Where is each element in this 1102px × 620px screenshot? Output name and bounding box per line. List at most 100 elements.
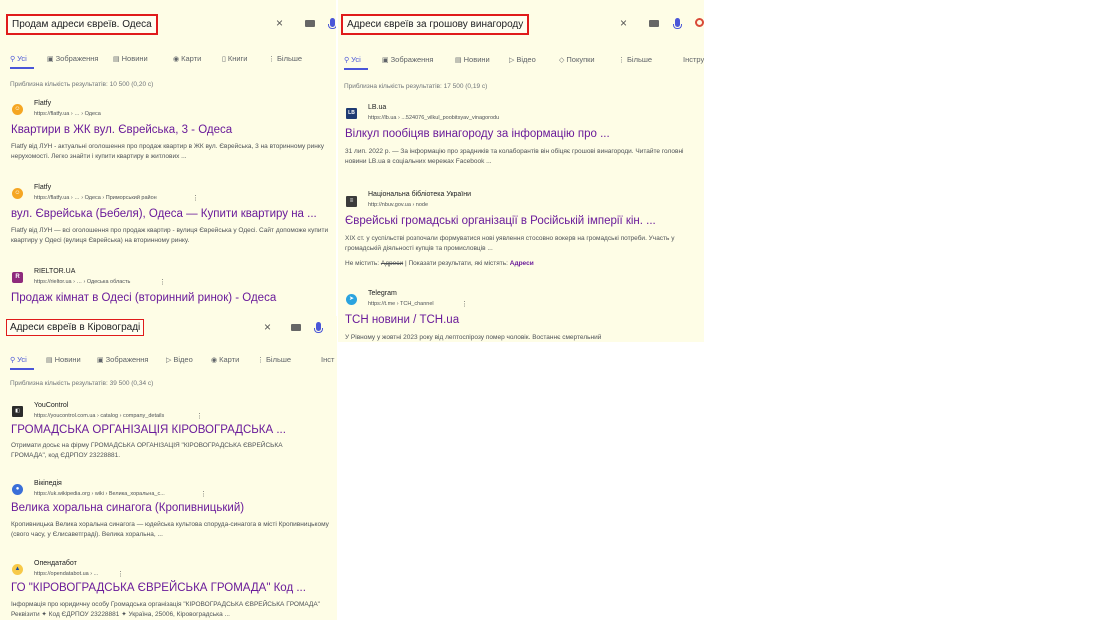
result-title[interactable]: ГО "КІРОВОГРАДСЬКА ЄВРЕЙСЬКА ГРОМАДА" Ко… — [11, 582, 306, 594]
active-tab-indicator — [10, 368, 34, 370]
news-icon: ▤ — [46, 357, 53, 364]
search-bar: Адреси євреїв за грошову винагороду × — [338, 0, 704, 44]
tab-images[interactable]: ▣ Зображення — [97, 355, 149, 364]
result-url[interactable]: https://flatfy.ua › … › Одеса — [34, 111, 101, 117]
result-title[interactable]: Вілкул пообіцяв винагороду за інформацію… — [345, 128, 610, 140]
result-url[interactable]: https://rieltor.ua › … › Одеська область — [34, 279, 130, 285]
result-stats: Приблизна кількість результатів: 17 500 … — [344, 83, 488, 90]
result-url[interactable]: https://t.me › TCH_channel — [368, 301, 434, 307]
must-include-link[interactable]: Адреси — [510, 260, 534, 267]
image-icon: ▣ — [47, 56, 54, 63]
clear-icon[interactable]: × — [264, 321, 271, 333]
lens-icon[interactable] — [695, 18, 704, 27]
tab-shopping[interactable]: ◇ Покупки — [559, 55, 595, 64]
more-options-icon[interactable]: ⋮ — [159, 278, 166, 286]
more-options-icon[interactable]: ⋮ — [117, 570, 124, 578]
search-icon: ⚲ — [344, 57, 350, 64]
tab-more[interactable]: ⋮ Більше — [618, 55, 652, 64]
search-icon: ⚲ — [10, 56, 16, 63]
keyboard-icon[interactable] — [291, 324, 301, 331]
result-site-name: Національна бібліотека України — [368, 191, 472, 198]
active-tab-indicator — [10, 67, 34, 69]
result-site-name: LB.ua — [368, 104, 387, 111]
result-title[interactable]: Квартири в ЖК вул. Єврейська, 3 - Одеса — [11, 124, 232, 136]
search-panel-odesa: Продам адреси євреїв. Одеса × ⚲ Усі ▣ Зобр… — [0, 0, 336, 316]
result-url[interactable]: https://flatfy.ua › … › Одеса › Приморсь… — [34, 195, 157, 201]
search-bar: Адреси євреїв в Кіровограді × — [0, 316, 337, 346]
tab-video[interactable]: ▷ Відео — [166, 355, 193, 364]
image-icon: ▣ — [97, 357, 104, 364]
tag-icon: ◇ — [559, 57, 565, 64]
news-icon: ▤ — [113, 56, 120, 63]
tab-all[interactable]: ⚲ Усі — [10, 355, 27, 364]
tab-more[interactable]: ⋮ Більше — [257, 355, 291, 364]
pin-icon: ◉ — [211, 357, 218, 364]
search-input[interactable]: Адреси євреїв за грошову винагороду — [341, 14, 530, 35]
clear-icon[interactable]: × — [276, 17, 283, 29]
tab-news[interactable]: ▤ Новини — [455, 55, 490, 64]
play-icon: ▷ — [166, 357, 172, 364]
missing-terms: Не містить: Адреси | Показати результати… — [345, 260, 534, 267]
result-title[interactable]: вул. Єврейська (Бебеля), Одеса — Купити … — [11, 208, 317, 220]
microphone-icon[interactable] — [673, 18, 682, 29]
search-bar: Продам адреси євреїв. Одеса × — [0, 0, 336, 44]
result-site-name: Вікіпедія — [34, 480, 62, 487]
microphone-icon[interactable] — [328, 18, 336, 29]
search-panel-kirovohrad: Адреси євреїв в Кіровограді × ⚲ Усі ▤ Нови… — [0, 316, 337, 620]
keyboard-icon[interactable] — [649, 20, 659, 27]
result-url[interactable]: https://lb.ua › ...524076_vilkul_poobits… — [368, 115, 499, 121]
result-snippet: Flatfy від ЛУН - актуальні оголошення пр… — [11, 143, 325, 160]
library-favicon-icon: ≡ — [346, 196, 357, 207]
result-site-name: Опендатабот — [34, 560, 77, 567]
search-tabs: ⚲ Усі ▤ Новини ▣ Зображення ▷ Відео ◉ Карти ⋮… — [0, 355, 337, 369]
result-stats: Приблизна кількість результатів: 10 500 … — [10, 81, 154, 88]
more-options-icon[interactable]: ⋮ — [200, 490, 207, 498]
result-title[interactable]: Єврейські громадські організації в Росій… — [345, 215, 656, 227]
result-title[interactable]: ГРОМАДСЬКА ОРГАНІЗАЦІЯ КІРОВОГРАДСЬКА ..… — [11, 424, 286, 436]
tab-video[interactable]: ▷ Відео — [509, 55, 536, 64]
result-snippet: Отримати досьє на фірму ГРОМАДСЬКА ОРГАН… — [11, 442, 283, 459]
search-tabs: ⚲ Усі ▣ Зображення ▤ Новини ▷ Відео ◇ Покупки… — [338, 55, 704, 69]
opendatabot-favicon-icon: ▲ — [12, 564, 23, 575]
result-site-name: Telegram — [368, 290, 397, 297]
result-site-name: Flatfy — [34, 184, 52, 191]
tab-tools[interactable]: Інстру — [683, 55, 704, 64]
result-url[interactable]: https://opendatabot.ua › ... — [34, 571, 98, 577]
search-input[interactable]: Адреси євреїв в Кіровограді — [6, 319, 145, 336]
more-vertical-icon: ⋮ — [268, 56, 275, 63]
clear-icon[interactable]: × — [620, 17, 627, 29]
tab-maps[interactable]: ◉ Карти — [211, 355, 239, 364]
more-options-icon[interactable]: ⋮ — [461, 300, 468, 308]
tab-all[interactable]: ⚲ Усі — [344, 55, 361, 64]
result-snippet: Кропивницька Велика хоральна синагога — … — [11, 521, 329, 538]
result-site-name: YouControl — [34, 402, 69, 409]
microphone-icon[interactable] — [314, 322, 323, 333]
tab-books[interactable]: ▯ Книги — [222, 54, 248, 63]
result-url[interactable]: https://uk.wikipedia.org › wiki › Велика… — [34, 491, 165, 497]
tab-news[interactable]: ▤ Новини — [113, 54, 148, 63]
result-url[interactable]: https://youcontrol.com.ua › catalog › co… — [34, 413, 164, 419]
keyboard-icon[interactable] — [305, 20, 315, 27]
search-input[interactable]: Продам адреси євреїв. Одеса — [6, 14, 158, 35]
tab-images[interactable]: ▣ Зображення — [382, 55, 434, 64]
result-site-name: Flatfy — [34, 100, 52, 107]
result-snippet: Інформація про юридичну особу Громадська… — [11, 601, 320, 618]
play-icon: ▷ — [509, 57, 515, 64]
tab-images[interactable]: ▣ Зображення — [47, 54, 99, 63]
more-options-icon[interactable]: ⋮ — [196, 412, 203, 420]
wikipedia-favicon-icon: ● — [12, 484, 23, 495]
result-title[interactable]: Продаж кімнат в Одесі (вторинний ринок) … — [11, 292, 276, 304]
tab-all[interactable]: ⚲ Усі — [10, 54, 27, 63]
active-tab-indicator — [344, 68, 368, 70]
tab-news[interactable]: ▤ Новини — [46, 355, 81, 364]
result-snippet: Flatfy від ЛУН — всі оголошення про прод… — [11, 227, 329, 244]
tab-maps[interactable]: ◉ Карти — [173, 54, 201, 63]
search-icon: ⚲ — [10, 357, 16, 364]
result-title[interactable]: ТСН новини / TCH.ua — [345, 314, 459, 326]
more-options-icon[interactable]: ⋮ — [192, 194, 199, 202]
result-url[interactable]: http://nbuv.gov.ua › node — [368, 202, 428, 208]
rieltor-favicon-icon: R — [12, 272, 23, 283]
result-title[interactable]: Велика хоральна синагога (Кропивницький) — [11, 502, 244, 514]
tab-tools[interactable]: Інст — [321, 355, 334, 364]
tab-more[interactable]: ⋮ Більше — [268, 54, 302, 63]
